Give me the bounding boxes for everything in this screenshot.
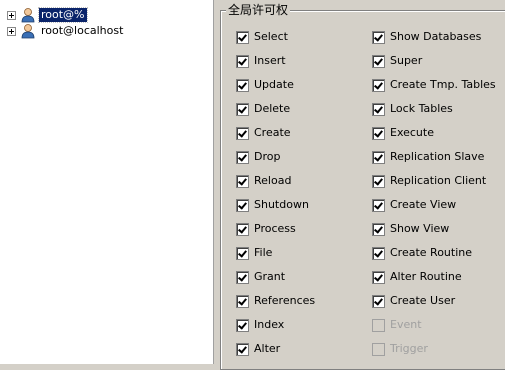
privilege-process[interactable]: Process <box>236 221 296 237</box>
privilege-checkbox[interactable] <box>372 270 385 284</box>
privilege-label: Replication Slave <box>390 150 485 163</box>
privilege-super[interactable]: Super <box>372 53 422 69</box>
privilege-checkbox[interactable] <box>236 30 249 44</box>
privilege-create-user[interactable]: Create User <box>372 293 455 309</box>
group-title: 全局许可权 <box>226 3 291 17</box>
expand-icon[interactable] <box>7 10 16 20</box>
privilege-checkbox[interactable] <box>372 78 385 92</box>
privilege-label: Create <box>254 126 291 139</box>
privilege-alter[interactable]: Alter <box>236 341 280 357</box>
privilege-checkbox <box>372 318 385 332</box>
privilege-checkbox[interactable] <box>236 174 249 188</box>
privilege-checkbox[interactable] <box>236 102 249 116</box>
privilege-grant[interactable]: Grant <box>236 269 285 285</box>
privilege-label: Show Databases <box>390 30 482 43</box>
privilege-checkbox[interactable] <box>236 294 249 308</box>
privilege-checkbox[interactable] <box>236 54 249 68</box>
privilege-checkbox[interactable] <box>236 342 249 356</box>
privilege-checkbox[interactable] <box>372 150 385 164</box>
privilege-checkbox[interactable] <box>236 150 249 164</box>
privilege-replication-client[interactable]: Replication Client <box>372 173 486 189</box>
privilege-checkbox[interactable] <box>236 318 249 332</box>
privilege-checkbox <box>372 342 385 356</box>
privilege-label: Alter <box>254 342 281 355</box>
privilege-label: Execute <box>390 126 434 139</box>
user-icon <box>21 8 35 23</box>
privilege-label: Process <box>254 222 296 235</box>
privilege-checkbox[interactable] <box>372 198 385 212</box>
privilege-checkbox[interactable] <box>372 54 385 68</box>
privilege-references[interactable]: References <box>236 293 315 309</box>
privilege-checkbox[interactable] <box>372 102 385 116</box>
privilege-label: Create Tmp. Tables <box>390 78 496 91</box>
privilege-delete[interactable]: Delete <box>236 101 290 117</box>
privilege-event: Event <box>372 317 422 333</box>
privilege-label: Insert <box>254 54 286 67</box>
privilege-create-view[interactable]: Create View <box>372 197 456 213</box>
privilege-checkbox[interactable] <box>372 174 385 188</box>
privilege-label: Shutdown <box>254 198 309 211</box>
privilege-trigger: Trigger <box>372 341 428 357</box>
privilege-label: Reload <box>254 174 292 187</box>
privilege-file[interactable]: File <box>236 245 272 261</box>
privilege-replication-slave[interactable]: Replication Slave <box>372 149 484 165</box>
privilege-label: Index <box>254 318 285 331</box>
privilege-label: Super <box>390 54 423 67</box>
privilege-insert[interactable]: Insert <box>236 53 286 69</box>
privilege-checkbox[interactable] <box>372 222 385 236</box>
privilege-label: Grant <box>254 270 286 283</box>
privilege-label: Event <box>390 318 422 331</box>
privilege-create-routine[interactable]: Create Routine <box>372 245 472 261</box>
privilege-checkbox[interactable] <box>236 270 249 284</box>
privilege-show-view[interactable]: Show View <box>372 221 449 237</box>
user-tree[interactable]: root@% root@localhost <box>0 0 214 364</box>
privilege-execute[interactable]: Execute <box>372 125 434 141</box>
privilege-checkbox[interactable] <box>236 222 249 236</box>
privilege-label: File <box>254 246 273 259</box>
privilege-checkbox[interactable] <box>372 246 385 260</box>
privilege-show-databases[interactable]: Show Databases <box>372 29 481 45</box>
privilege-checkbox[interactable] <box>236 198 249 212</box>
privilege-label: Update <box>254 78 294 91</box>
privilege-label: Create User <box>390 294 456 307</box>
privilege-create[interactable]: Create <box>236 125 291 141</box>
privilege-label: Lock Tables <box>390 102 453 115</box>
privilege-label: Select <box>254 30 288 43</box>
privilege-checkbox[interactable] <box>236 78 249 92</box>
privilege-label: Replication Client <box>390 174 487 187</box>
tree-node-user[interactable]: root@localhost <box>7 23 125 39</box>
privilege-drop[interactable]: Drop <box>236 149 280 165</box>
privilege-label: Create View <box>390 198 457 211</box>
privilege-create-tmp-tables[interactable]: Create Tmp. Tables <box>372 77 496 93</box>
tree-node-user[interactable]: root@% <box>7 7 88 23</box>
user-icon <box>21 24 35 39</box>
privilege-lock-tables[interactable]: Lock Tables <box>372 101 453 117</box>
privilege-label: Show View <box>390 222 450 235</box>
tree-node-label[interactable]: root@localhost <box>39 24 125 38</box>
privilege-label: Trigger <box>390 342 428 355</box>
privilege-checkbox[interactable] <box>372 126 385 140</box>
privilege-checkbox[interactable] <box>372 294 385 308</box>
privilege-update[interactable]: Update <box>236 77 294 93</box>
privilege-label: Alter Routine <box>390 270 462 283</box>
privilege-label: Create Routine <box>390 246 473 259</box>
privilege-index[interactable]: Index <box>236 317 284 333</box>
privilege-label: Delete <box>254 102 291 115</box>
privilege-label: References <box>254 294 316 307</box>
privilege-checkbox[interactable] <box>236 126 249 140</box>
privilege-alter-routine[interactable]: Alter Routine <box>372 269 462 285</box>
privilege-checkbox[interactable] <box>236 246 249 260</box>
expand-icon[interactable] <box>7 26 16 36</box>
tree-node-label[interactable]: root@% <box>38 7 88 23</box>
privilege-checkbox[interactable] <box>372 30 385 44</box>
privilege-shutdown[interactable]: Shutdown <box>236 197 309 213</box>
privilege-reload[interactable]: Reload <box>236 173 291 189</box>
privilege-label: Drop <box>254 150 281 163</box>
privilege-select[interactable]: Select <box>236 29 288 45</box>
